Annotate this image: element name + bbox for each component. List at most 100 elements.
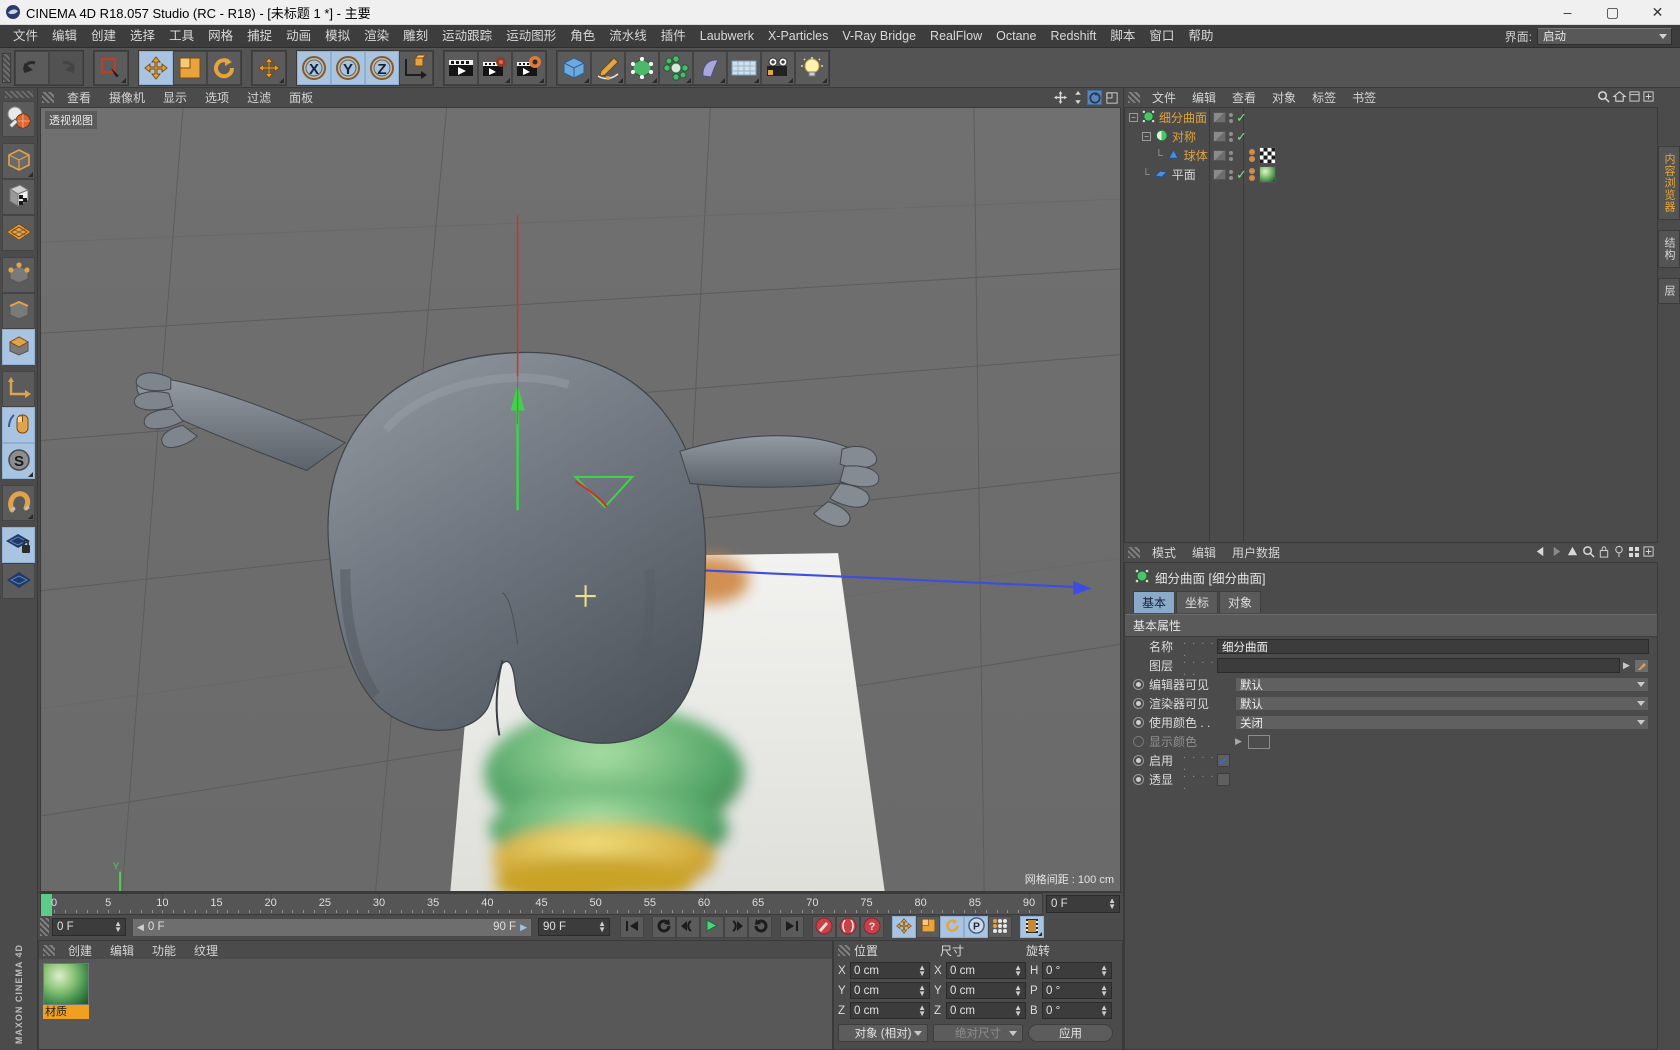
attribute-manager-grip[interactable] bbox=[1128, 547, 1140, 558]
enabled-check-icon[interactable]: ✓ bbox=[1236, 111, 1247, 124]
render-view-button[interactable] bbox=[444, 50, 478, 85]
render-settings-button[interactable] bbox=[512, 50, 546, 85]
next-key-button[interactable] bbox=[748, 916, 772, 938]
attr-menu-mode[interactable]: 模式 bbox=[1144, 543, 1184, 562]
add-floor-button[interactable] bbox=[727, 50, 761, 85]
attr-menu-edit[interactable]: 编辑 bbox=[1184, 543, 1224, 562]
menu-item-tools[interactable]: 工具 bbox=[162, 25, 201, 47]
menu-item-motion-tracker[interactable]: 运动跟踪 bbox=[435, 25, 499, 47]
record-position-button[interactable] bbox=[892, 916, 916, 938]
lock-x-button[interactable]: X bbox=[297, 50, 331, 85]
menu-item-mograph[interactable]: 运动图形 bbox=[499, 25, 563, 47]
menu-item-octane[interactable]: Octane bbox=[989, 25, 1043, 47]
viewport-menu-cameras[interactable]: 摄像机 bbox=[100, 88, 154, 107]
visibility-dots-icon[interactable] bbox=[1229, 150, 1233, 161]
expander-icon[interactable]: − bbox=[1142, 132, 1151, 141]
left-toolbar-grip[interactable] bbox=[4, 91, 33, 98]
menu-item-sculpt[interactable]: 雕刻 bbox=[396, 25, 435, 47]
tab-basic[interactable]: 基本 bbox=[1133, 591, 1176, 613]
radio-icon[interactable] bbox=[1133, 698, 1144, 709]
enabled-check-icon[interactable]: ✓ bbox=[1236, 168, 1247, 181]
back-arrow-icon[interactable] bbox=[1534, 545, 1547, 561]
keyframe-selection-button[interactable]: ? bbox=[860, 916, 884, 938]
rotation-p-field[interactable]: 0 ° ▲ ▼ bbox=[1042, 982, 1112, 999]
checker-tag[interactable] bbox=[1259, 147, 1276, 164]
object-menu-bookmarks[interactable]: 书签 bbox=[1344, 88, 1384, 107]
move-tool-button[interactable] bbox=[139, 50, 173, 85]
enabled-checkbox[interactable] bbox=[1217, 754, 1230, 767]
collapse-panel-icon[interactable] bbox=[1629, 91, 1640, 105]
visibility-toggle[interactable] bbox=[1213, 150, 1226, 161]
menu-item-edit[interactable]: 编辑 bbox=[45, 25, 84, 47]
apply-button[interactable]: 应用 bbox=[1028, 1024, 1113, 1042]
menu-item-xparticles[interactable]: X-Particles bbox=[761, 25, 835, 47]
menu-item-script[interactable]: 脚本 bbox=[1103, 25, 1142, 47]
rotation-b-field[interactable]: 0 ° ▲ ▼ bbox=[1042, 1002, 1112, 1019]
tab-object[interactable]: 对象 bbox=[1219, 591, 1262, 613]
display-color-expand-icon[interactable]: ▶ bbox=[1235, 736, 1242, 747]
expand-panel-icon[interactable] bbox=[1643, 91, 1654, 105]
rotation-h-field[interactable]: 0 ° ▲ ▼ bbox=[1042, 962, 1112, 979]
coord-size-select[interactable]: 绝对尺寸 bbox=[933, 1024, 1023, 1042]
home-icon[interactable] bbox=[1612, 90, 1627, 106]
menu-item-create[interactable]: 创建 bbox=[84, 25, 123, 47]
minimize-button[interactable]: – bbox=[1545, 0, 1590, 25]
visibility-dots-icon[interactable] bbox=[1229, 112, 1233, 123]
visibility-dots-icon[interactable] bbox=[1229, 169, 1233, 180]
object-row-symmetry[interactable]: − 对称 ✓ bbox=[1125, 127, 1657, 146]
menu-item-pipeline[interactable]: 流水线 bbox=[602, 25, 654, 47]
spinner-icon[interactable]: ▲ ▼ bbox=[1100, 1004, 1108, 1018]
object-menu-file[interactable]: 文件 bbox=[1144, 88, 1184, 107]
menu-item-mesh[interactable]: 网格 bbox=[201, 25, 240, 47]
record-scale-button[interactable] bbox=[916, 916, 940, 938]
material-item[interactable]: 材质 bbox=[43, 963, 89, 1019]
record-rotation-button[interactable] bbox=[940, 916, 964, 938]
viewport-menu-view[interactable]: 查看 bbox=[58, 88, 100, 107]
perspective-viewport[interactable]: Y X Z 透视视图 网格间距 : 100 cm bbox=[40, 107, 1121, 892]
timeline-start-field[interactable]: 0 F ▲ ▼ bbox=[52, 918, 126, 936]
polygon-mode-button[interactable] bbox=[2, 329, 35, 365]
spinner-icon[interactable]: ▲ ▼ bbox=[1100, 964, 1108, 978]
add-spline-button[interactable] bbox=[591, 50, 625, 85]
range-right-arrow-icon[interactable]: ▶ bbox=[520, 922, 527, 933]
enabled-check-icon[interactable]: ✓ bbox=[1236, 130, 1247, 143]
material-menu-create[interactable]: 创建 bbox=[59, 941, 101, 960]
spinner-icon[interactable]: ▲ ▼ bbox=[918, 984, 926, 998]
layer-expand-icon[interactable]: ▶ bbox=[1623, 660, 1632, 671]
spinner-icon[interactable]: ▲ ▼ bbox=[114, 920, 122, 934]
timeline-range-slider[interactable]: ◀ 0 F 90 F ▶ bbox=[132, 917, 532, 937]
current-frame-field[interactable]: 0 F ▲ ▼ bbox=[1046, 894, 1120, 913]
spinner-icon[interactable]: ▲ ▼ bbox=[1014, 964, 1022, 978]
menu-item-help[interactable]: 帮助 bbox=[1181, 25, 1220, 47]
redo-button[interactable] bbox=[49, 50, 83, 85]
radio-icon[interactable] bbox=[1133, 717, 1144, 728]
layer-picker-icon[interactable] bbox=[1634, 658, 1649, 673]
radio-icon[interactable] bbox=[1133, 736, 1144, 747]
visibility-toggle[interactable] bbox=[1213, 131, 1226, 142]
record-pla-button[interactable]: P bbox=[964, 916, 988, 938]
move-duplicate-button[interactable] bbox=[252, 50, 286, 85]
timeline-ruler[interactable]: 0 5 10 15 20 25 30 35 40 45 50 55 60 65 70 75 80 85 90 bbox=[40, 892, 1043, 916]
editor-visibility-dropdown[interactable]: 默认 bbox=[1235, 677, 1649, 692]
radio-icon[interactable] bbox=[1133, 679, 1144, 690]
record-parameter-button[interactable] bbox=[988, 916, 1012, 938]
size-y-field[interactable]: 0 cm ▲ ▼ bbox=[946, 982, 1026, 999]
material-list[interactable]: 材质 bbox=[39, 959, 832, 1049]
object-tree[interactable]: − 细分曲面 ✓ − 对称 ✓ └ 球体 └ 平面 ✓ bbox=[1124, 107, 1658, 543]
name-input[interactable]: 细分曲面 bbox=[1217, 639, 1649, 654]
zoom-icon[interactable] bbox=[1070, 90, 1085, 105]
axis-modify-button[interactable] bbox=[2, 371, 35, 407]
visibility-toggle[interactable] bbox=[1213, 169, 1226, 180]
object-menu-tags[interactable]: 标签 bbox=[1304, 88, 1344, 107]
world-object-coord-button[interactable] bbox=[399, 50, 433, 85]
menu-item-vray-bridge[interactable]: V-Ray Bridge bbox=[835, 25, 923, 47]
menu-item-select[interactable]: 选择 bbox=[123, 25, 162, 47]
viewport-menubar-grip[interactable] bbox=[42, 92, 54, 103]
up-level-icon[interactable] bbox=[1566, 545, 1579, 561]
prev-frame-button[interactable] bbox=[676, 916, 700, 938]
search-icon[interactable] bbox=[1582, 545, 1595, 561]
radio-icon[interactable] bbox=[1133, 755, 1144, 766]
expander-icon[interactable]: − bbox=[1129, 113, 1138, 122]
scale-tool-button[interactable] bbox=[173, 50, 207, 85]
enable-axis-button[interactable] bbox=[2, 407, 35, 443]
